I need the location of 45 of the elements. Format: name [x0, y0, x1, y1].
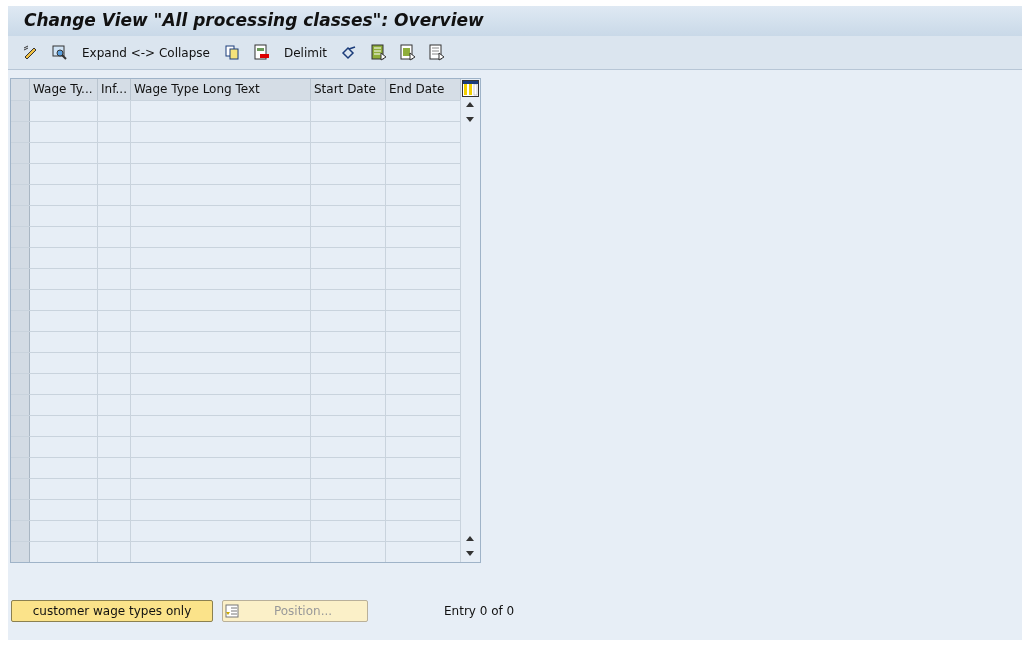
scroll-up-icon[interactable] [465, 535, 476, 541]
entry-count: Entry 0 of 0 [444, 603, 515, 620]
row-selector[interactable] [11, 353, 30, 373]
select-block-icon[interactable] [399, 44, 416, 61]
column-header[interactable]: Inf... [98, 79, 131, 100]
column-header[interactable]: Wage Ty... [30, 79, 98, 100]
column-header[interactable]: End Date [386, 79, 461, 100]
action-button[interactable]: customer wage types only [11, 600, 213, 622]
pencil-icon[interactable] [22, 44, 39, 61]
row-selector[interactable] [11, 143, 30, 163]
column-header[interactable]: Start Date [311, 79, 386, 100]
window-title: Change View "All processing classes": Overview [24, 9, 484, 33]
undo-arrow-icon[interactable] [341, 44, 358, 61]
row-selector[interactable] [11, 269, 30, 289]
toolbar-button[interactable]: Delimit [277, 41, 333, 64]
column-settings-icon[interactable] [462, 80, 480, 97]
row-selector[interactable] [11, 122, 30, 142]
row-selector[interactable] [11, 164, 30, 184]
scroll-up-icon[interactable] [465, 101, 476, 107]
column-header[interactable]: Wage Type Long Text [131, 79, 311, 100]
row-selector[interactable] [11, 521, 30, 541]
row-selector[interactable] [11, 248, 30, 268]
row-selector[interactable] [11, 395, 30, 415]
row-selector[interactable] [11, 311, 30, 331]
scroll-down-icon[interactable] [465, 551, 476, 557]
delete-row-icon[interactable] [252, 44, 270, 61]
row-selector[interactable] [11, 416, 30, 436]
scroll-down-icon[interactable] [465, 117, 476, 123]
row-selector[interactable] [11, 185, 30, 205]
row-selector[interactable] [11, 458, 30, 478]
row-selector[interactable] [11, 332, 30, 352]
row-selector[interactable] [11, 206, 30, 226]
select-all-icon[interactable] [370, 44, 387, 61]
row-selector[interactable] [11, 290, 30, 310]
row-selector[interactable] [11, 227, 30, 247]
row-selector[interactable] [11, 374, 30, 394]
row-selector[interactable] [11, 437, 30, 457]
row-selector[interactable] [11, 500, 30, 520]
row-selector[interactable] [11, 542, 30, 562]
copy-icon[interactable] [223, 44, 241, 61]
row-selector[interactable] [11, 101, 30, 121]
deselect-all-icon[interactable] [428, 44, 445, 61]
magnifier-icon[interactable] [51, 44, 68, 61]
row-selector[interactable] [11, 479, 30, 499]
toolbar-button[interactable]: Expand <-> Collapse [76, 41, 216, 64]
